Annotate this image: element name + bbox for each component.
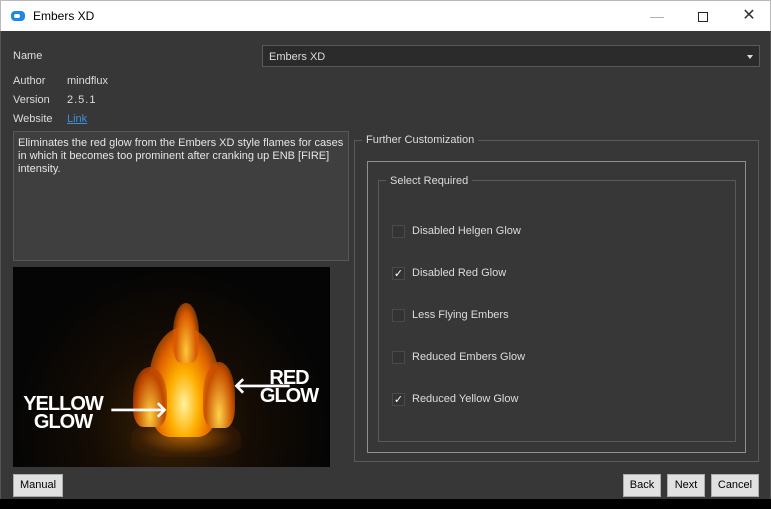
option-label: Less Flying Embers (412, 309, 509, 321)
preview-yellow-line2: GLOW (33, 411, 93, 433)
arrow-right-icon: 🡒 (109, 397, 168, 422)
title-bar: Embers XD — ✕ (0, 0, 771, 31)
option-label: Reduced Yellow Glow (412, 393, 519, 405)
installer-window: Name Embers XD Author mindflux Version 2… (0, 31, 771, 499)
name-label: Name (13, 50, 43, 62)
author-label: Author (13, 75, 46, 87)
back-button[interactable]: Back (623, 474, 661, 497)
taskbar-strip (0, 499, 771, 509)
maximize-button[interactable] (680, 1, 726, 31)
preview-yellow-label: YELLOW GLOW (21, 394, 105, 433)
website-label: Website (13, 113, 53, 125)
checkbox-checked[interactable]: ✓ (392, 393, 405, 406)
minimize-button[interactable]: — (634, 1, 680, 31)
version-value: 2.5.1 (67, 94, 97, 106)
name-dropdown-value: Embers XD (269, 51, 326, 63)
author-value: mindflux (67, 75, 108, 87)
description-box[interactable]: Eliminates the red glow from the Embers … (13, 131, 349, 261)
chevron-down-icon (747, 55, 753, 59)
checkbox[interactable] (392, 309, 405, 322)
flame-right (203, 362, 235, 428)
app-icon (11, 11, 25, 21)
next-button[interactable]: Next (667, 474, 705, 497)
preview-image: YELLOW GLOW 🡒 RED GLOW 🡐 (13, 267, 330, 467)
customization-title: Further Customization (362, 134, 479, 146)
close-button[interactable]: ✕ (726, 1, 771, 31)
arrow-left-icon: 🡐 (233, 373, 292, 398)
checkbox[interactable] (392, 225, 405, 238)
cancel-button[interactable]: Cancel (711, 474, 759, 497)
manual-button[interactable]: Manual (13, 474, 63, 497)
select-required-title: Select Required (386, 175, 473, 187)
version-label: Version (13, 94, 50, 106)
checkbox-checked[interactable]: ✓ (392, 267, 405, 280)
checkbox[interactable] (392, 351, 405, 364)
window-title: Embers XD (33, 9, 95, 23)
option-label: Disabled Red Glow (412, 267, 507, 279)
option-label: Disabled Helgen Glow (412, 225, 521, 237)
maximize-icon (698, 12, 708, 23)
flame-tip (173, 303, 199, 363)
option-label: Reduced Embers Glow (412, 351, 526, 363)
website-link[interactable]: Link (67, 113, 87, 125)
name-dropdown[interactable]: Embers XD (262, 45, 760, 67)
